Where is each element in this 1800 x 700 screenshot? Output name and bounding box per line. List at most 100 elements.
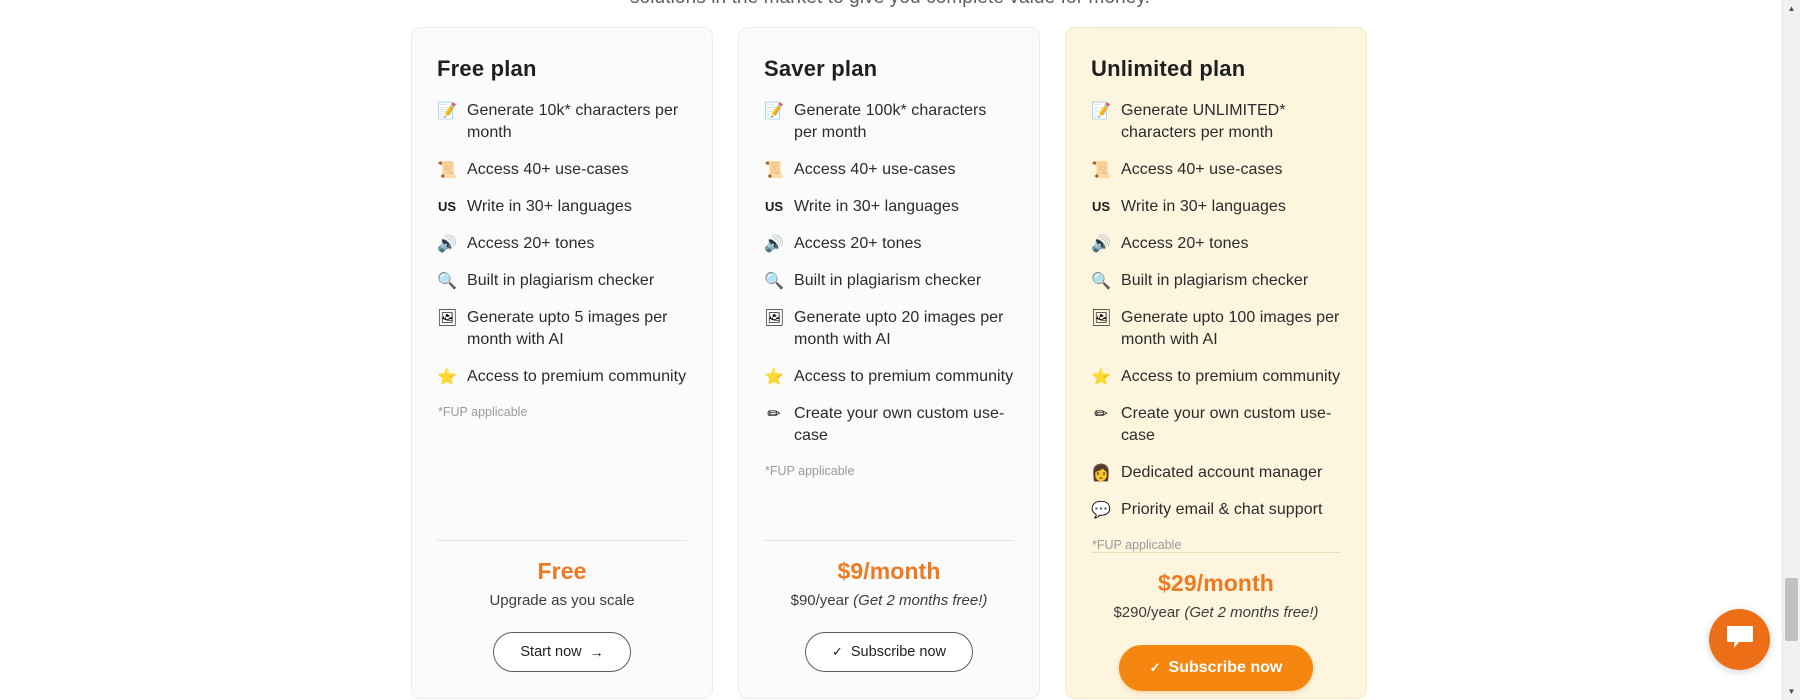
feature-item: ⭐ Access to premium community (1091, 366, 1341, 388)
feature-item: 💬 Priority email & chat support (1091, 499, 1341, 521)
speech-balloon-icon: 💬 (1091, 500, 1111, 520)
chat-bubble-icon (1725, 624, 1755, 655)
memo-icon: 📝 (1091, 101, 1111, 121)
feature-item: 📝 Generate UNLIMITED* characters per mont… (1091, 100, 1341, 144)
cta-wrapper: ✓ Subscribe now (1091, 644, 1341, 691)
feature-label: Create your own custom use-case (794, 405, 1005, 445)
price-block: $9/month $90/year (Get 2 months free!) (764, 557, 1014, 610)
scrollbar-thumb[interactable] (1785, 578, 1798, 641)
chat-widget-button[interactable] (1709, 609, 1770, 670)
scroll-icon: 📜 (437, 160, 457, 180)
feature-item: ✏ Create your own custom use-case (764, 403, 1014, 447)
fup-note: *FUP applicable (765, 464, 855, 479)
feature-list: 📝 Generate 100k* characters per month 📜 Acc… (764, 100, 1014, 462)
cta-button-free[interactable]: Start now → (493, 632, 631, 672)
feature-label: Access 20+ tones (794, 235, 922, 253)
check-icon: ✓ (1149, 659, 1161, 675)
feature-label: Built in plagiarism checker (794, 272, 982, 290)
cta-button-saver[interactable]: ✓ Subscribe now (804, 632, 973, 672)
feature-label: Access to premium community (467, 368, 687, 386)
feature-item: 🔍 Built in plagiarism checker (437, 270, 687, 292)
feature-item: 🖼 Generate upto 100 images per month with… (1091, 307, 1341, 351)
feature-item: 📝 Generate 10k* characters per month (437, 100, 687, 144)
feature-label: Write in 30+ languages (794, 198, 959, 216)
speaker-icon: 🔊 (764, 234, 784, 254)
feature-item: US Write in 30+ languages (437, 196, 687, 218)
framed-picture-icon: 🖼 (437, 308, 458, 328)
plan-price: $29/month (1158, 570, 1274, 597)
feature-list: 📝 Generate UNLIMITED* characters per mont… (1091, 100, 1341, 536)
scrollbar-down-arrow-icon[interactable]: ▼ (1783, 683, 1800, 700)
feature-label: Access 20+ tones (467, 235, 595, 253)
price-divider (1091, 552, 1341, 554)
plan-price-subtext: $290/year (Get 2 months free!) (1091, 603, 1341, 623)
feature-label: Access to premium community (1121, 368, 1341, 386)
framed-picture-icon: 🖼 (764, 308, 785, 328)
magnifier-icon: 🔍 (764, 271, 784, 291)
price-sub-italic: (Get 2 months free!) (853, 591, 988, 609)
feature-item: ⭐ Access to premium community (437, 366, 687, 388)
feature-item: 📜 Access 40+ use-cases (764, 159, 1014, 181)
cta-wrapper: Start now → (437, 632, 687, 672)
feature-label: Access to premium community (794, 368, 1014, 386)
us-flag-icon: US (437, 199, 457, 215)
person-icon: 👩 (1091, 463, 1111, 483)
fup-note: *FUP applicable (1092, 538, 1182, 553)
feature-item: 👩 Dedicated account manager (1091, 462, 1341, 484)
price-sub-plain: Upgrade as you scale (489, 591, 635, 609)
speaker-icon: 🔊 (437, 234, 457, 254)
feature-item: 🔊 Access 20+ tones (764, 233, 1014, 255)
feature-label: Create your own custom use-case (1121, 405, 1332, 445)
feature-label: Generate 10k* characters per month (467, 102, 679, 142)
price-block: $29/month $290/year (Get 2 months free!) (1091, 569, 1341, 622)
feature-item: 🔊 Access 20+ tones (1091, 233, 1341, 255)
speaker-icon: 🔊 (1091, 234, 1111, 254)
feature-label: Access 20+ tones (1121, 235, 1249, 253)
price-sub-plain: $90/year (790, 591, 854, 609)
feature-item: 🖼 Generate upto 20 images per month with … (764, 307, 1014, 351)
scroll-icon: 📜 (1091, 160, 1111, 180)
feature-item: ✏ Create your own custom use-case (1091, 403, 1341, 447)
pricing-card-free: Free plan 📝 Generate 10k* characters per m… (411, 27, 713, 699)
plan-price-subtext: $90/year (Get 2 months free!) (764, 591, 1014, 611)
page-scrollbar[interactable]: ▲ ▼ (1782, 0, 1800, 700)
feature-item: 🖼 Generate upto 5 images per month with A… (437, 307, 687, 351)
cta-wrapper: ✓ Subscribe now (764, 632, 1014, 672)
feature-label: Access 40+ use-cases (467, 161, 629, 179)
price-block: Free Upgrade as you scale (437, 557, 687, 610)
cta-button-unlimited[interactable]: ✓ Subscribe now (1118, 644, 1314, 691)
feature-item: 🔍 Built in plagiarism checker (1091, 270, 1341, 292)
star-icon: ⭐ (437, 367, 457, 387)
feature-label: Generate 100k* characters per month (794, 102, 987, 142)
price-sub-italic: (Get 2 months free!) (1184, 604, 1319, 622)
feature-label: Access 40+ use-cases (794, 161, 956, 179)
feature-label: Built in plagiarism checker (467, 272, 655, 290)
feature-label: Dedicated account manager (1121, 464, 1323, 482)
pricing-cards-row: Free plan 📝 Generate 10k* characters per m… (411, 27, 1367, 699)
feature-list: 📝 Generate 10k* characters per month 📜 Acce… (437, 100, 687, 403)
memo-icon: 📝 (437, 101, 457, 121)
price-sub-plain: $290/year (1113, 604, 1185, 622)
feature-label: Write in 30+ languages (467, 198, 632, 216)
cta-label: Start now (520, 644, 582, 660)
framed-picture-icon: 🖼 (1091, 308, 1112, 328)
feature-label: Generate upto 20 images per month with A… (794, 309, 1004, 349)
feature-label: Built in plagiarism checker (1121, 272, 1309, 290)
scrollbar-up-arrow-icon[interactable]: ▲ (1783, 0, 1800, 17)
star-icon: ⭐ (1091, 367, 1111, 387)
pricing-page: solutions in the market to give you comp… (0, 0, 1800, 700)
feature-label: Generate upto 100 images per month with … (1121, 309, 1340, 349)
feature-label: Generate UNLIMITED* characters per month (1121, 102, 1286, 142)
price-divider (437, 539, 687, 541)
pencil-icon: ✏ (767, 404, 781, 424)
feature-item: 📜 Access 40+ use-cases (437, 159, 687, 181)
plan-price-subtext: Upgrade as you scale (437, 591, 687, 611)
magnifier-icon: 🔍 (437, 271, 457, 291)
cta-label: Subscribe now (850, 644, 946, 660)
magnifier-icon: 🔍 (1091, 271, 1111, 291)
feature-label: Priority email & chat support (1121, 501, 1323, 519)
plan-title: Saver plan (764, 56, 878, 81)
flex-spacer (437, 419, 687, 539)
feature-label: Write in 30+ languages (1121, 198, 1286, 216)
feature-label: Access 40+ use-cases (1121, 161, 1283, 179)
